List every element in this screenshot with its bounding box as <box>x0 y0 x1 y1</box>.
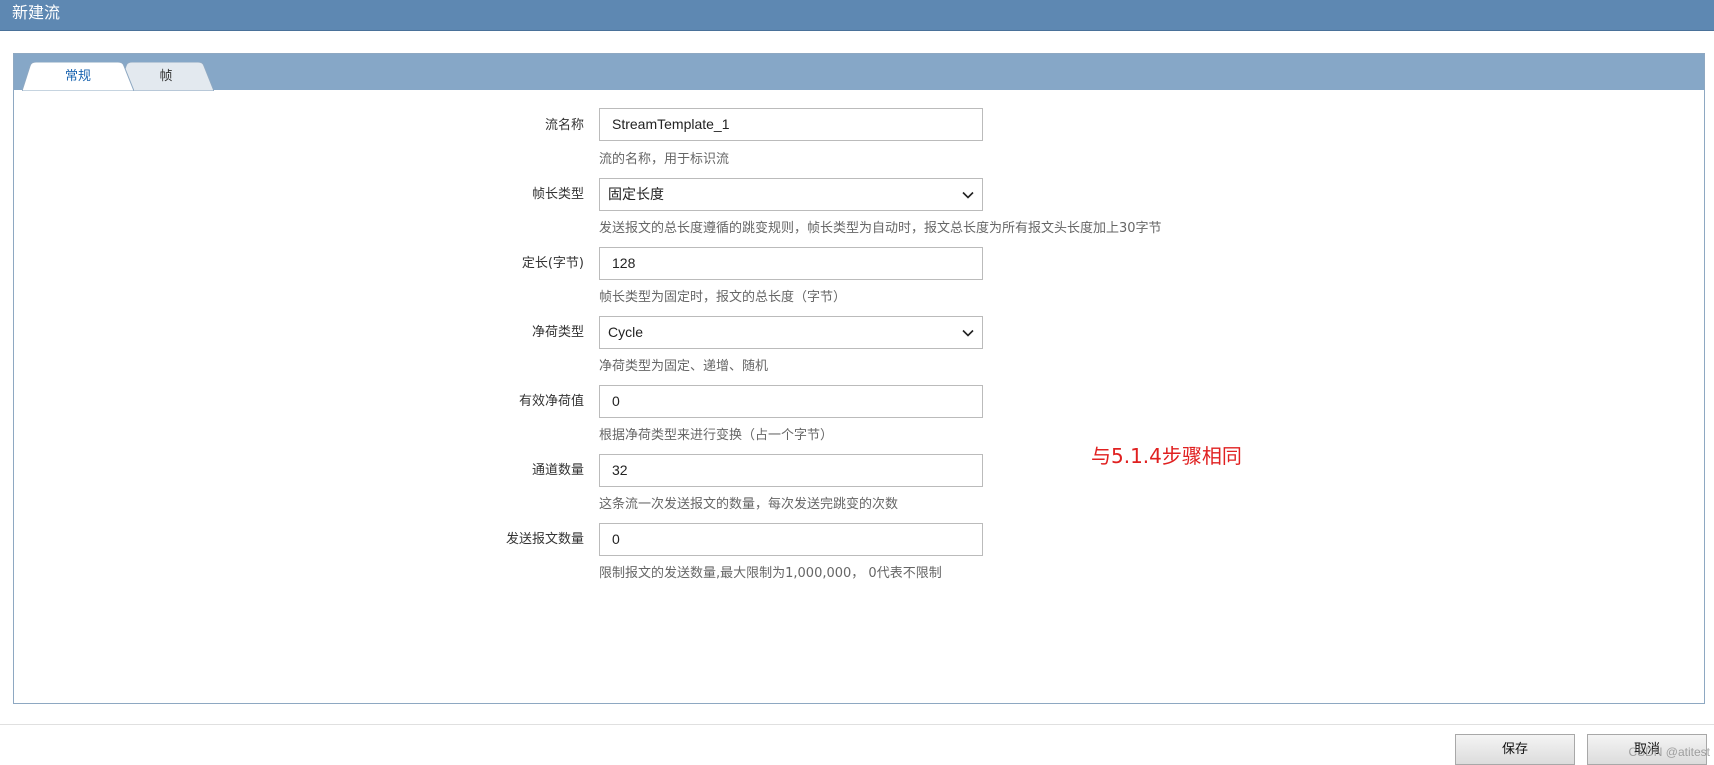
payload-type-label: 净荷类型 <box>531 325 584 340</box>
channel-count-hint: 这条流一次发送报文的数量，每次发送完跳变的次数 <box>599 497 899 512</box>
payload-value-input[interactable]: 0 <box>599 385 983 418</box>
payload-value-hint: 根据净荷类型来进行变换（占一个字节） <box>599 428 834 443</box>
chevron-down-icon <box>962 329 974 337</box>
channel-count-label: 通道数量 <box>531 463 584 478</box>
send-count-input[interactable]: 0 <box>599 523 983 556</box>
frame-length-type-hint: 发送报文的总长度遵循的跳变规则，帧长类型为自动时，报文总长度为所有报文头长度加上… <box>599 221 1162 236</box>
frame-length-type-label: 帧长类型 <box>531 187 584 202</box>
fixed-length-label: 定长(字节) <box>521 256 584 271</box>
channel-count-input[interactable]: 32 <box>599 454 983 487</box>
fixed-length-input[interactable]: 128 <box>599 247 983 280</box>
payload-value-label: 有效净荷值 <box>518 394 584 409</box>
watermark: CSDN @atitest <box>1628 745 1710 759</box>
payload-type-select[interactable]: Cycle <box>599 316 983 349</box>
fixed-length-hint: 帧长类型为固定时，报文的总长度（字节） <box>599 290 847 305</box>
payload-type-value: Cycle <box>608 324 644 340</box>
chevron-down-icon <box>962 191 974 199</box>
payload-type-hint: 净荷类型为固定、递增、随机 <box>599 359 769 374</box>
frame-length-type-value: 固定长度 <box>608 186 664 202</box>
tab-general[interactable]: 常规 <box>22 62 134 91</box>
footer-divider <box>0 724 1714 725</box>
save-button[interactable]: 保存 <box>1455 734 1575 765</box>
window-title: 新建流 <box>0 0 1714 31</box>
stream-name-label: 流名称 <box>544 118 584 133</box>
stream-name-hint: 流的名称，用于标识流 <box>599 152 730 167</box>
send-count-label: 发送报文数量 <box>505 532 584 547</box>
form-panel: 帧 常规 流名称 StreamTemplate_1 流的名称，用于标识流 帧长类… <box>13 53 1705 704</box>
red-annotation: 与5.1.4步骤相同 <box>1091 444 1242 468</box>
send-count-hint: 限制报文的发送数量,最大限制为1,000,000， 0代表不限制 <box>599 566 942 581</box>
frame-length-type-select[interactable]: 固定长度 <box>599 178 983 211</box>
stream-name-input[interactable]: StreamTemplate_1 <box>599 108 983 141</box>
tab-strip: 帧 常规 <box>14 54 1704 91</box>
